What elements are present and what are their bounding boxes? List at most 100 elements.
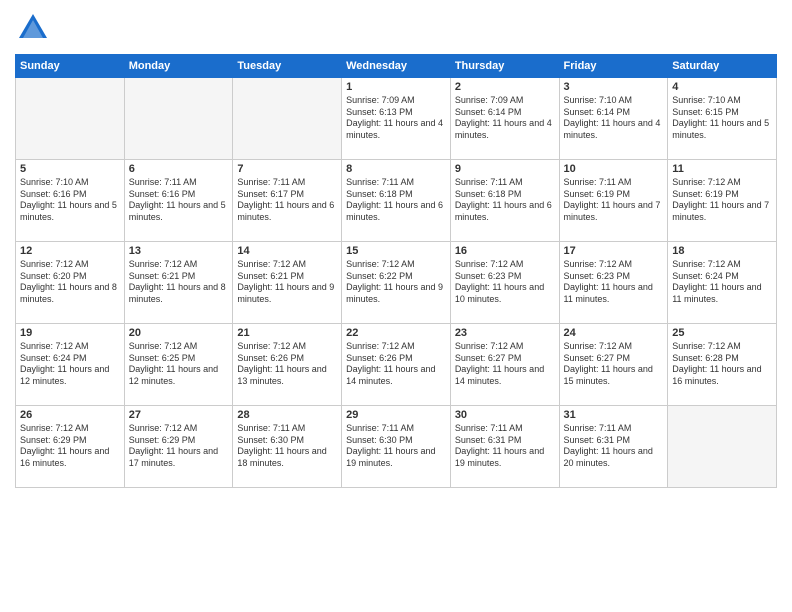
day-info: Sunrise: 7:11 AMSunset: 6:31 PMDaylight:… <box>455 423 555 470</box>
day-number: 26 <box>20 409 120 421</box>
day-number: 9 <box>455 163 555 175</box>
day-header-tuesday: Tuesday <box>233 55 342 78</box>
day-info: Sunrise: 7:11 AMSunset: 6:17 PMDaylight:… <box>237 177 337 224</box>
day-info: Sunrise: 7:10 AMSunset: 6:15 PMDaylight:… <box>672 95 772 142</box>
calendar-cell <box>124 78 233 160</box>
calendar-table: SundayMondayTuesdayWednesdayThursdayFrid… <box>15 54 777 488</box>
day-info: Sunrise: 7:12 AMSunset: 6:25 PMDaylight:… <box>129 341 229 388</box>
day-number: 30 <box>455 409 555 421</box>
calendar-cell: 20 Sunrise: 7:12 AMSunset: 6:25 PMDayligh… <box>124 324 233 406</box>
day-number: 17 <box>564 245 664 257</box>
logo-icon <box>15 10 51 46</box>
day-info: Sunrise: 7:12 AMSunset: 6:29 PMDaylight:… <box>20 423 120 470</box>
calendar-cell: 26 Sunrise: 7:12 AMSunset: 6:29 PMDayligh… <box>16 406 125 488</box>
day-info: Sunrise: 7:12 AMSunset: 6:26 PMDaylight:… <box>346 341 446 388</box>
day-number: 25 <box>672 327 772 339</box>
calendar-cell <box>16 78 125 160</box>
calendar-cell: 6Sunrise: 7:11 AMSunset: 6:16 PMDaylight… <box>124 160 233 242</box>
day-info: Sunrise: 7:12 AMSunset: 6:29 PMDaylight:… <box>129 423 229 470</box>
calendar-cell <box>233 78 342 160</box>
day-info: Sunrise: 7:12 AMSunset: 6:22 PMDaylight:… <box>346 259 446 306</box>
day-info: Sunrise: 7:12 AMSunset: 6:19 PMDaylight:… <box>672 177 772 224</box>
week-row-4: 19 Sunrise: 7:12 AMSunset: 6:24 PMDayligh… <box>16 324 777 406</box>
day-info: Sunrise: 7:10 AMSunset: 6:16 PMDaylight:… <box>20 177 120 224</box>
day-header-thursday: Thursday <box>450 55 559 78</box>
day-header-friday: Friday <box>559 55 668 78</box>
day-number: 20 <box>129 327 229 339</box>
day-number: 12 <box>20 245 120 257</box>
calendar-cell: 5 Sunrise: 7:10 AMSunset: 6:16 PMDaylight… <box>16 160 125 242</box>
day-number: 5 <box>20 163 120 175</box>
calendar-cell: 3 Sunrise: 7:10 AMSunset: 6:14 PMDaylight… <box>559 78 668 160</box>
calendar-cell: 24 Sunrise: 7:12 AMSunset: 6:27 PMDayligh… <box>559 324 668 406</box>
calendar-cell: 27Sunrise: 7:12 AMSunset: 6:29 PMDayligh… <box>124 406 233 488</box>
calendar-cell: 14 Sunrise: 7:12 AMSunset: 6:21 PMDayligh… <box>233 242 342 324</box>
week-row-5: 26 Sunrise: 7:12 AMSunset: 6:29 PMDayligh… <box>16 406 777 488</box>
day-number: 28 <box>237 409 337 421</box>
calendar-cell: 9Sunrise: 7:11 AMSunset: 6:18 PMDaylight… <box>450 160 559 242</box>
calendar-cell: 15 Sunrise: 7:12 AMSunset: 6:22 PMDayligh… <box>342 242 451 324</box>
day-info: Sunrise: 7:11 AMSunset: 6:31 PMDaylight:… <box>564 423 664 470</box>
calendar-cell: 25 Sunrise: 7:12 AMSunset: 6:28 PMDayligh… <box>668 324 777 406</box>
day-info: Sunrise: 7:12 AMSunset: 6:28 PMDaylight:… <box>672 341 772 388</box>
day-info: Sunrise: 7:12 AMSunset: 6:27 PMDaylight:… <box>455 341 555 388</box>
day-header-monday: Monday <box>124 55 233 78</box>
day-number: 31 <box>564 409 664 421</box>
day-header-saturday: Saturday <box>668 55 777 78</box>
day-info: Sunrise: 7:09 AMSunset: 6:14 PMDaylight:… <box>455 95 555 142</box>
day-info: Sunrise: 7:11 AMSunset: 6:30 PMDaylight:… <box>346 423 446 470</box>
header <box>15 10 777 46</box>
day-info: Sunrise: 7:12 AMSunset: 6:26 PMDaylight:… <box>237 341 337 388</box>
day-number: 8 <box>346 163 446 175</box>
day-number: 13 <box>129 245 229 257</box>
calendar-cell: 23 Sunrise: 7:12 AMSunset: 6:27 PMDayligh… <box>450 324 559 406</box>
day-number: 24 <box>564 327 664 339</box>
day-number: 1 <box>346 81 446 93</box>
day-number: 11 <box>672 163 772 175</box>
calendar-cell: 30 Sunrise: 7:11 AMSunset: 6:31 PMDayligh… <box>450 406 559 488</box>
calendar-cell: 16 Sunrise: 7:12 AMSunset: 6:23 PMDayligh… <box>450 242 559 324</box>
day-number: 29 <box>346 409 446 421</box>
page-container: SundayMondayTuesdayWednesdayThursdayFrid… <box>0 0 792 498</box>
calendar-cell: 2 Sunrise: 7:09 AMSunset: 6:14 PMDaylight… <box>450 78 559 160</box>
day-number: 15 <box>346 245 446 257</box>
day-info: Sunrise: 7:10 AMSunset: 6:14 PMDaylight:… <box>564 95 664 142</box>
day-number: 18 <box>672 245 772 257</box>
day-info: Sunrise: 7:11 AMSunset: 6:18 PMDaylight:… <box>346 177 446 224</box>
day-number: 3 <box>564 81 664 93</box>
day-info: Sunrise: 7:12 AMSunset: 6:21 PMDaylight:… <box>237 259 337 306</box>
calendar-cell: 31 Sunrise: 7:11 AMSunset: 6:31 PMDayligh… <box>559 406 668 488</box>
day-info: Sunrise: 7:12 AMSunset: 6:21 PMDaylight:… <box>129 259 229 306</box>
calendar-cell: 10Sunrise: 7:11 AMSunset: 6:19 PMDayligh… <box>559 160 668 242</box>
calendar-cell: 13 Sunrise: 7:12 AMSunset: 6:21 PMDayligh… <box>124 242 233 324</box>
calendar-cell: 17 Sunrise: 7:12 AMSunset: 6:23 PMDayligh… <box>559 242 668 324</box>
calendar-cell: 7Sunrise: 7:11 AMSunset: 6:17 PMDaylight… <box>233 160 342 242</box>
day-info: Sunrise: 7:09 AMSunset: 6:13 PMDaylight:… <box>346 95 446 142</box>
logo <box>15 10 57 46</box>
calendar-cell: 29 Sunrise: 7:11 AMSunset: 6:30 PMDayligh… <box>342 406 451 488</box>
day-number: 19 <box>20 327 120 339</box>
day-number: 16 <box>455 245 555 257</box>
day-number: 4 <box>672 81 772 93</box>
day-number: 21 <box>237 327 337 339</box>
calendar-cell: 1 Sunrise: 7:09 AMSunset: 6:13 PMDaylight… <box>342 78 451 160</box>
day-info: Sunrise: 7:12 AMSunset: 6:27 PMDaylight:… <box>564 341 664 388</box>
day-info: Sunrise: 7:12 AMSunset: 6:23 PMDaylight:… <box>564 259 664 306</box>
day-number: 14 <box>237 245 337 257</box>
calendar-cell <box>668 406 777 488</box>
week-row-2: 5 Sunrise: 7:10 AMSunset: 6:16 PMDaylight… <box>16 160 777 242</box>
day-info: Sunrise: 7:11 AMSunset: 6:16 PMDaylight:… <box>129 177 229 224</box>
calendar-cell: 8 Sunrise: 7:11 AMSunset: 6:18 PMDaylight… <box>342 160 451 242</box>
day-header-wednesday: Wednesday <box>342 55 451 78</box>
calendar-cell: 21 Sunrise: 7:12 AMSunset: 6:26 PMDayligh… <box>233 324 342 406</box>
day-number: 2 <box>455 81 555 93</box>
day-info: Sunrise: 7:12 AMSunset: 6:24 PMDaylight:… <box>20 341 120 388</box>
day-header-sunday: Sunday <box>16 55 125 78</box>
calendar-cell: 4 Sunrise: 7:10 AMSunset: 6:15 PMDaylight… <box>668 78 777 160</box>
calendar-cell: 19 Sunrise: 7:12 AMSunset: 6:24 PMDayligh… <box>16 324 125 406</box>
day-number: 23 <box>455 327 555 339</box>
day-info: Sunrise: 7:12 AMSunset: 6:23 PMDaylight:… <box>455 259 555 306</box>
calendar-cell: 12Sunrise: 7:12 AMSunset: 6:20 PMDayligh… <box>16 242 125 324</box>
week-row-1: 1 Sunrise: 7:09 AMSunset: 6:13 PMDaylight… <box>16 78 777 160</box>
day-number: 22 <box>346 327 446 339</box>
